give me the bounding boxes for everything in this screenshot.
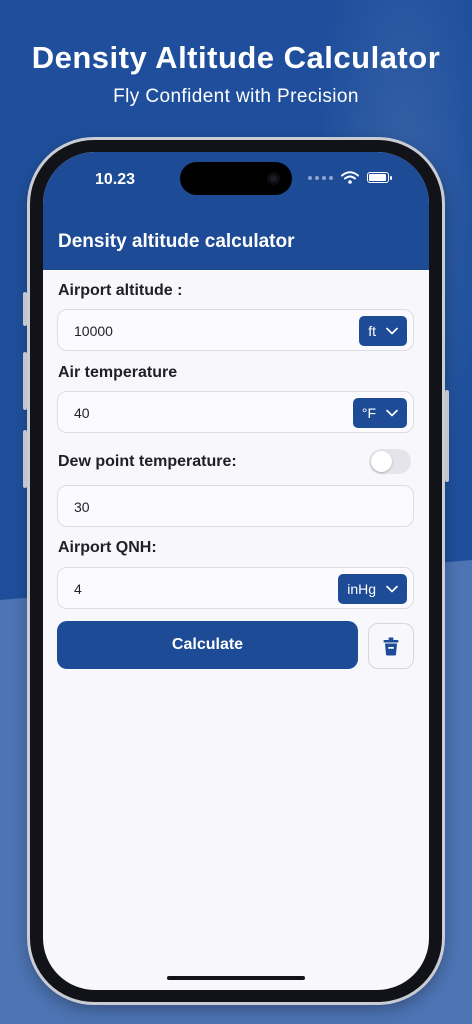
app-bar-title: Density altitude calculator [58,231,295,252]
qnh-input[interactable]: 4 inHg [57,567,414,609]
phone-volume-up [23,352,27,410]
phone-volume-down [23,430,27,488]
camera-icon [267,172,280,185]
temperature-unit-dropdown[interactable]: °F [352,398,407,428]
hero-title: Density Altitude Calculator [31,40,441,75]
status-icons [308,171,392,184]
signal-icon [308,175,333,180]
temperature-unit-label: °F [361,405,376,421]
phone-frame: 10.23 Density altitude calculator Airpor… [23,140,449,1002]
air-temperature-value: 40 [74,405,90,421]
chevron-down-icon [386,409,398,417]
airport-altitude-input[interactable]: 10000 ft [57,309,414,351]
altitude-unit-dropdown[interactable]: ft [359,316,407,346]
dew-point-input[interactable]: 30 [57,485,414,527]
app-bar: Density altitude calculator [43,212,429,270]
chevron-down-icon [386,327,398,335]
status-bar: 10.23 [43,152,429,212]
toggle-knob [371,451,392,472]
dynamic-island [180,162,292,195]
qnh-unit-label: inHg [347,581,376,597]
battery-icon [367,172,392,183]
dew-point-label: Dew point temperature: [58,453,237,470]
airport-altitude-label: Airport altitude : [58,282,183,299]
airport-altitude-value: 10000 [74,323,113,339]
air-temperature-label: Air temperature [58,364,178,381]
calculate-button[interactable]: Calculate [57,621,358,669]
phone-power-button [445,390,449,482]
air-temperature-input[interactable]: 40 °F [57,391,414,433]
qnh-label: Airport QNH: [58,539,157,556]
hero-subtitle: Fly Confident with Precision [113,86,359,107]
altitude-unit-label: ft [368,323,376,339]
qnh-unit-dropdown[interactable]: inHg [338,574,407,604]
clear-button[interactable] [368,623,414,669]
trash-icon [383,637,399,655]
wifi-icon [341,171,359,184]
qnh-value: 4 [74,581,82,597]
phone-screen: 10.23 Density altitude calculator Airpor… [43,152,429,990]
dew-point-value: 30 [74,499,90,515]
status-time: 10.23 [95,171,136,188]
dew-point-toggle[interactable] [369,449,411,474]
phone-silent-switch [23,292,27,326]
chevron-down-icon [386,585,398,593]
home-indicator [167,976,305,980]
